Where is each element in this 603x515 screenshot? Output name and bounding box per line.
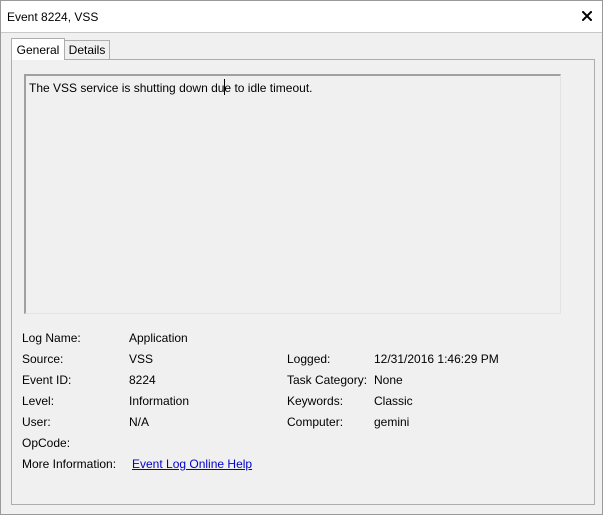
event-id-label: Event ID: <box>22 373 72 387</box>
title-bar[interactable]: Event 8224, VSS <box>1 1 602 33</box>
opcode-label: OpCode: <box>22 436 71 450</box>
user-value: N/A <box>129 415 150 429</box>
task-category-value: None <box>374 373 403 387</box>
event-description-box[interactable]: The VSS service is shutting down due to … <box>24 74 561 314</box>
task-category-label: Task Category: <box>287 373 368 387</box>
log-name-value: Application <box>129 331 188 345</box>
more-information-label: More Information: <box>22 457 117 471</box>
level-label: Level: <box>22 394 55 408</box>
logged-label: Logged: <box>287 352 331 366</box>
tab-general[interactable]: General <box>11 38 65 60</box>
source-value: VSS <box>129 352 154 366</box>
event-properties-window: Event 8224, VSS General Details The VSS … <box>0 0 603 515</box>
tab-details[interactable]: Details <box>65 40 110 60</box>
source-label: Source: <box>22 352 64 366</box>
event-log-online-help-link[interactable]: Event Log Online Help <box>132 457 252 471</box>
computer-value: gemini <box>374 415 410 429</box>
keywords-label: Keywords: <box>287 394 344 408</box>
keywords-value: Classic <box>374 394 413 408</box>
close-icon <box>582 11 592 21</box>
event-description-text: The VSS service is shutting down due to … <box>29 81 313 95</box>
text-caret <box>224 79 225 95</box>
log-name-label: Log Name: <box>22 331 81 345</box>
close-button[interactable] <box>578 7 596 25</box>
level-value: Information <box>129 394 190 408</box>
computer-label: Computer: <box>287 415 344 429</box>
logged-value: 12/31/2016 1:46:29 PM <box>374 352 499 366</box>
window-title: Event 8224, VSS <box>7 10 99 24</box>
user-label: User: <box>22 415 51 429</box>
event-id-value: 8224 <box>129 373 156 387</box>
